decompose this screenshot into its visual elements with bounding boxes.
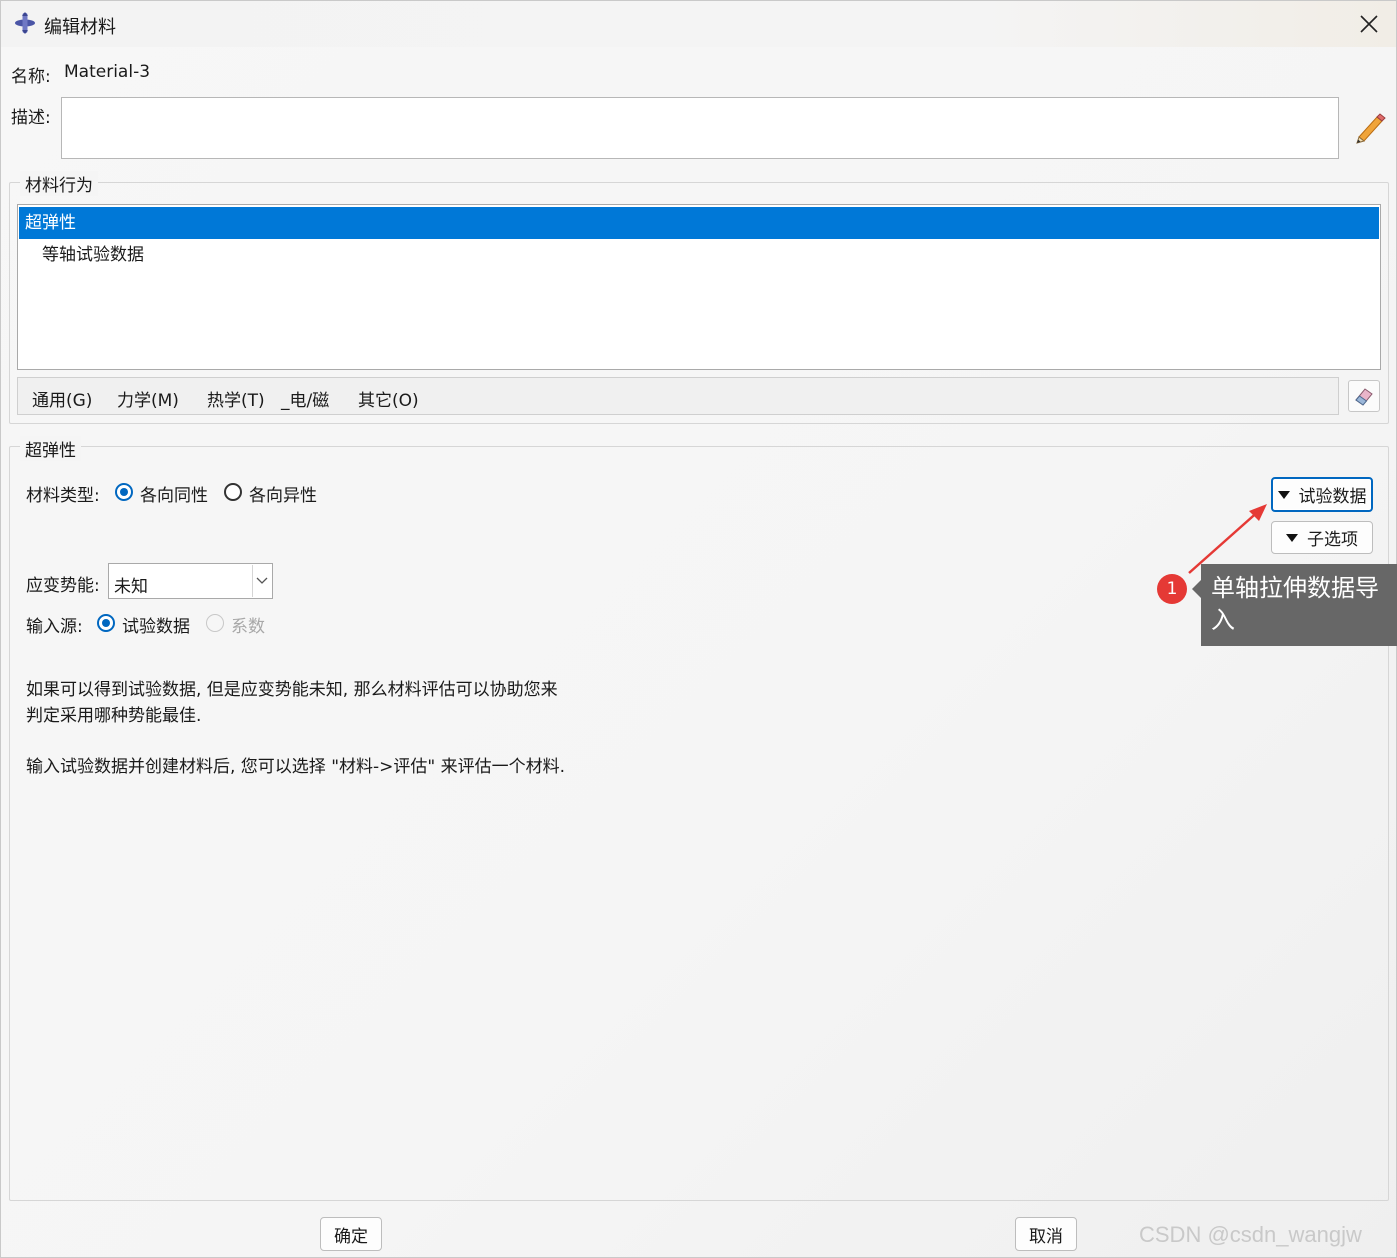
strain-energy-value: 未知: [114, 577, 148, 597]
material-behaviors-title: 材料行为: [20, 171, 98, 196]
pencil-edit-icon[interactable]: [1351, 109, 1387, 145]
edit-material-dialog: 编辑材料 名称: Material-3 描述: 材料行为 超弹性 等轴试验数据 …: [0, 0, 1397, 1258]
coefficients-radio[interactable]: [206, 614, 224, 632]
delete-behavior-button[interactable]: [1348, 380, 1380, 412]
behavior-menubar: 通用(G) 力学(M) 热学(T) _电/磁 其它(O): [17, 377, 1339, 415]
isotropic-label: 各向同性: [140, 486, 208, 506]
menu-other[interactable]: 其它(O): [358, 386, 419, 411]
cancel-button[interactable]: 取消: [1015, 1217, 1077, 1251]
strain-energy-label: 应变势能:: [26, 576, 100, 596]
material-behaviors-list: 超弹性 等轴试验数据: [17, 204, 1381, 370]
anisotropic-radio[interactable]: [224, 483, 242, 501]
anisotropic-label: 各向异性: [249, 486, 317, 506]
test-data-button-label: 试验数据: [1298, 487, 1367, 507]
test-data-radio-label: 试验数据: [122, 617, 190, 637]
info-text-line-1: 如果可以得到试验数据, 但是应变势能未知, 那么材料评估可以协助您来: [26, 680, 558, 700]
annotation-tooltip: 单轴拉伸数据导 入: [1201, 564, 1397, 646]
eraser-icon: [1355, 388, 1373, 406]
input-source-label: 输入源:: [26, 617, 83, 637]
name-label: 名称:: [11, 67, 51, 87]
csdn-watermark: CSDN @csdn_wangjw: [1139, 1222, 1362, 1247]
info-text-line-3: 输入试验数据并创建材料后, 您可以选择 "材料->评估" 来评估一个材料.: [26, 757, 566, 777]
close-button[interactable]: [1347, 5, 1391, 43]
dropdown-triangle-icon: [1286, 533, 1298, 542]
tooltip-line-1: 单轴拉伸数据导: [1211, 574, 1379, 602]
suboptions-button-label: 子选项: [1307, 530, 1358, 550]
menu-general[interactable]: 通用(G): [32, 386, 92, 411]
coefficients-radio-label: 系数: [231, 617, 265, 637]
isotropic-radio[interactable]: [115, 483, 133, 501]
menu-electrical-magnetic[interactable]: _电/磁: [281, 386, 329, 411]
info-text-line-2: 判定采用哪种势能最佳.: [26, 706, 202, 726]
behavior-item-biaxial-test-data[interactable]: 等轴试验数据: [19, 239, 419, 271]
test-data-button[interactable]: 试验数据: [1271, 477, 1373, 512]
title-bar: 编辑材料: [1, 1, 1396, 47]
name-value: Material-3: [64, 62, 151, 82]
strain-energy-select[interactable]: 未知: [108, 563, 273, 599]
dropdown-triangle-icon: [1277, 490, 1290, 499]
test-data-radio[interactable]: [97, 614, 115, 632]
menu-thermal[interactable]: 热学(T): [207, 386, 265, 411]
suboptions-button[interactable]: 子选项: [1271, 521, 1373, 554]
hyperelastic-title: 超弹性: [20, 436, 81, 461]
chevron-down-icon: [252, 565, 271, 597]
window-title: 编辑材料: [44, 17, 116, 38]
tooltip-line-2: 入: [1211, 606, 1235, 634]
description-label: 描述:: [11, 108, 51, 128]
menu-mechanical[interactable]: 力学(M): [117, 386, 179, 411]
abaqus-app-icon: [15, 12, 35, 34]
annotation-badge: 1: [1157, 574, 1187, 604]
material-type-label: 材料类型:: [26, 486, 100, 506]
behavior-item-hyperelastic[interactable]: 超弹性: [19, 207, 1379, 239]
description-field[interactable]: [61, 97, 1339, 159]
ok-button[interactable]: 确定: [320, 1217, 382, 1251]
close-icon: [1360, 15, 1378, 33]
